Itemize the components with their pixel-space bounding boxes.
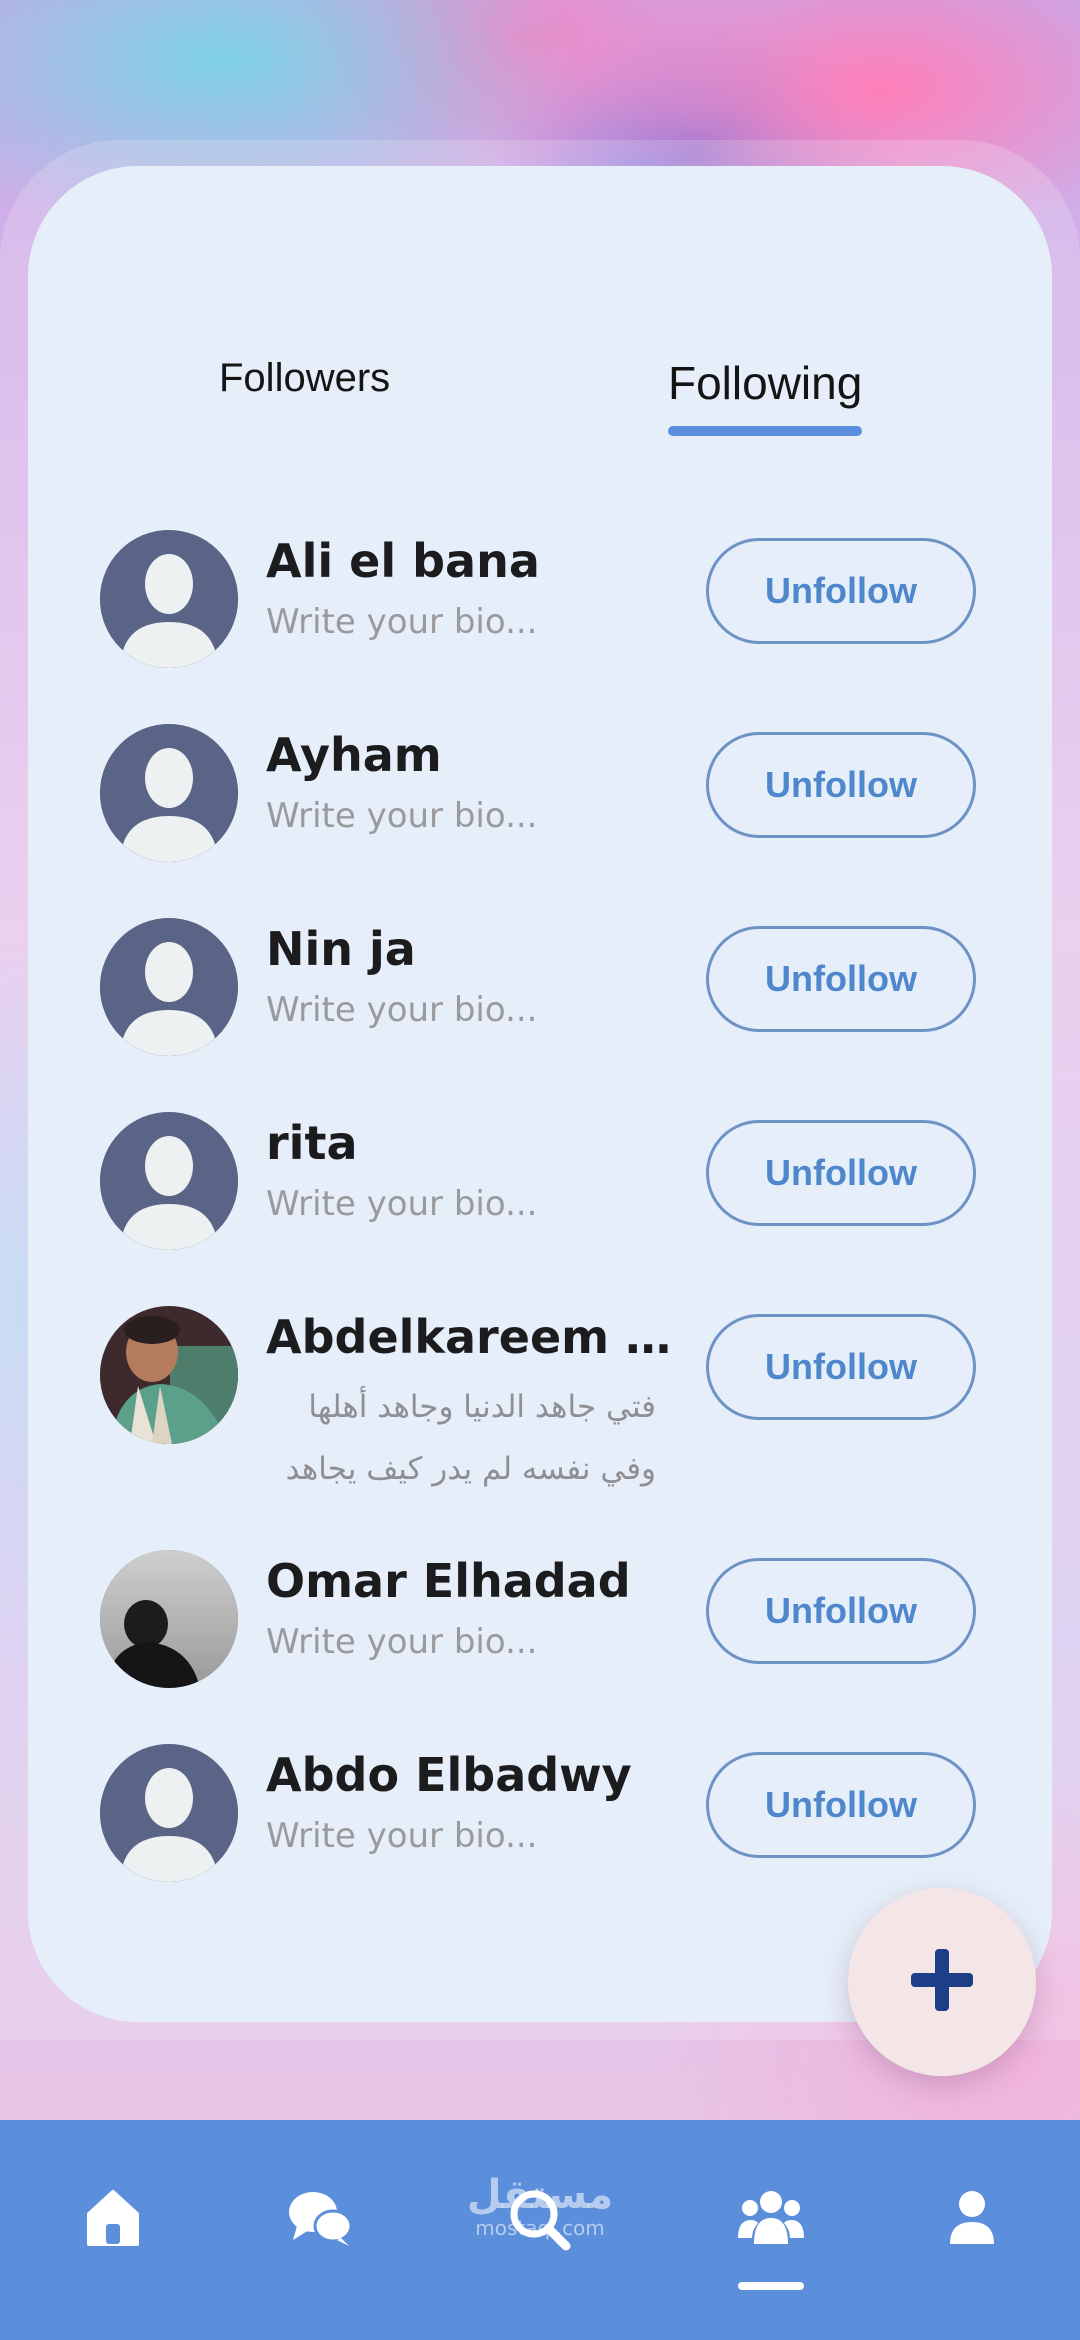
- nav-friends[interactable]: [716, 2188, 826, 2288]
- default-avatar[interactable]: [100, 530, 238, 668]
- user-bio: Write your bio...: [266, 796, 538, 836]
- group-icon: [738, 2188, 804, 2252]
- list-item[interactable]: Nin ja Write your bio... Unfollow: [28, 918, 1052, 1068]
- list-item[interactable]: Omar Elhadad Write your bio... Unfollow: [28, 1550, 1052, 1700]
- unfollow-button[interactable]: Unfollow: [706, 1558, 976, 1664]
- user-photo[interactable]: [100, 1306, 238, 1444]
- user-bio: Write your bio...: [266, 1184, 538, 1224]
- profile-icon: [948, 2188, 996, 2250]
- user-name[interactable]: Omar Elhadad: [266, 1554, 631, 1608]
- unfollow-button[interactable]: Unfollow: [706, 538, 976, 644]
- bio-line: وفي نفسه لم يدر كيف يجاهد: [285, 1451, 656, 1487]
- bottom-nav: [0, 2120, 1080, 2340]
- add-button[interactable]: [848, 1888, 1036, 2076]
- unfollow-button[interactable]: Unfollow: [706, 926, 976, 1032]
- user-name[interactable]: Abdelkareem El...: [266, 1310, 686, 1364]
- list-item[interactable]: Abdelkareem El... فتي جاهد الدنيا وجاهد …: [28, 1306, 1052, 1526]
- nav-profile[interactable]: [917, 2188, 1027, 2288]
- active-tab-indicator: [668, 426, 862, 436]
- user-bio: Write your bio...: [266, 602, 538, 642]
- home-icon: [85, 2188, 141, 2252]
- tab-following[interactable]: Following: [668, 356, 862, 410]
- unfollow-button[interactable]: Unfollow: [706, 1752, 976, 1858]
- unfollow-button[interactable]: Unfollow: [706, 1314, 976, 1420]
- nav-chat[interactable]: [265, 2188, 375, 2288]
- user-name[interactable]: Nin ja: [266, 922, 416, 976]
- default-avatar[interactable]: [100, 1744, 238, 1882]
- search-icon: [508, 2188, 572, 2256]
- user-bio: فتي جاهد الدنيا وجاهد أهلها وفي نفسه لم …: [266, 1376, 656, 1500]
- list-item[interactable]: Ali el bana Write your bio... Unfollow: [28, 530, 1052, 680]
- default-avatar[interactable]: [100, 724, 238, 862]
- nav-search[interactable]: [485, 2188, 595, 2288]
- user-bio: Write your bio...: [266, 1816, 538, 1856]
- tab-followers[interactable]: Followers: [219, 356, 390, 401]
- tab-bar: Followers Following: [28, 166, 1052, 466]
- following-card: Followers Following Ali el bana Write yo…: [28, 166, 1052, 2022]
- chat-icon: [287, 2188, 353, 2252]
- default-avatar[interactable]: [100, 1112, 238, 1250]
- nav-home[interactable]: [58, 2188, 168, 2288]
- unfollow-button[interactable]: Unfollow: [706, 1120, 976, 1226]
- bio-line: فتي جاهد الدنيا وجاهد أهلها: [308, 1389, 656, 1425]
- unfollow-button[interactable]: Unfollow: [706, 732, 976, 838]
- active-nav-indicator: [738, 2282, 804, 2290]
- user-bio: Write your bio...: [266, 1622, 538, 1662]
- list-item[interactable]: rita Write your bio... Unfollow: [28, 1112, 1052, 1262]
- user-name[interactable]: Abdo Elbadwy: [266, 1748, 632, 1802]
- user-bio: Write your bio...: [266, 990, 538, 1030]
- user-name[interactable]: rita: [266, 1116, 357, 1170]
- user-name[interactable]: Ayham: [266, 728, 442, 782]
- user-photo[interactable]: [100, 1550, 238, 1688]
- list-item[interactable]: Abdo Elbadwy Write your bio... Unfollow: [28, 1744, 1052, 1894]
- default-avatar[interactable]: [100, 918, 238, 1056]
- plus-icon: [907, 1945, 977, 2019]
- user-name[interactable]: Ali el bana: [266, 534, 540, 588]
- list-item[interactable]: Ayham Write your bio... Unfollow: [28, 724, 1052, 874]
